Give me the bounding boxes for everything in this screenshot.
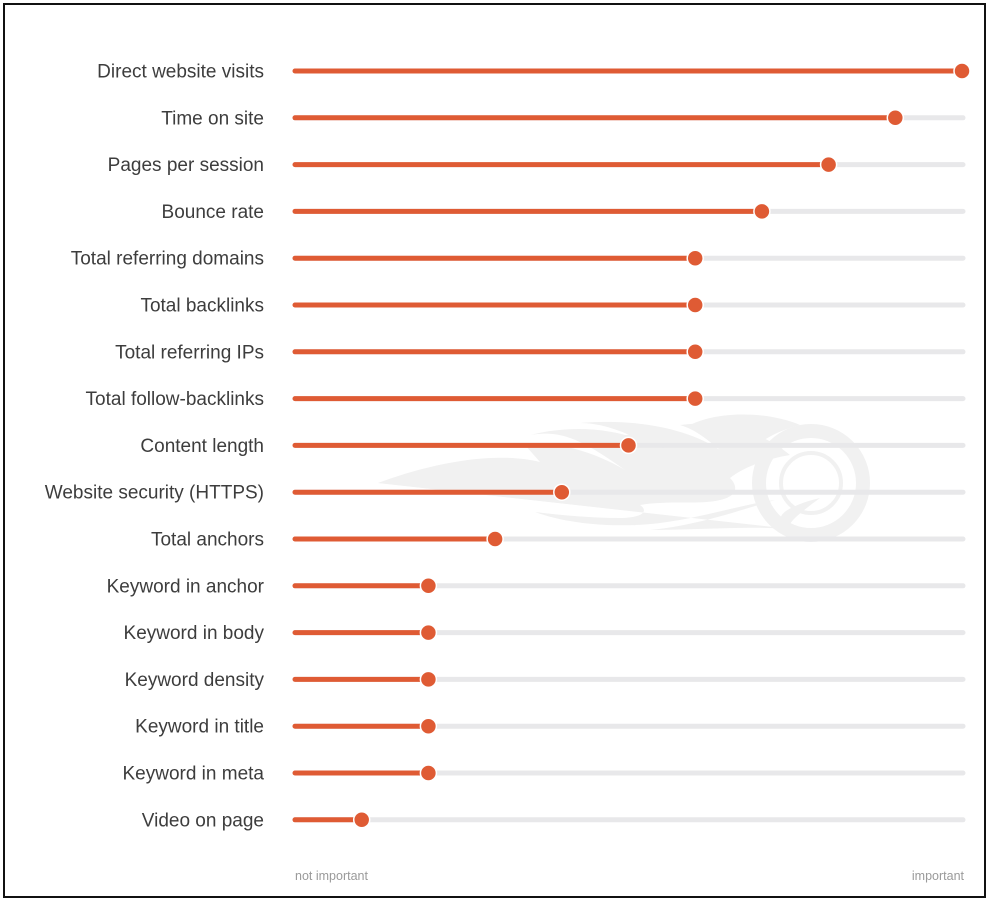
category-label: Website security (HTTPS) <box>45 483 264 504</box>
category-label: Total referring domains <box>71 249 264 270</box>
chart-row: Total follow-backlinks <box>86 389 966 410</box>
value-dot <box>352 811 371 829</box>
importance-chart: Direct website visits Time on site Pages p… <box>45 62 971 883</box>
value-dot <box>686 389 704 408</box>
category-label: Total follow-backlinks <box>86 389 264 410</box>
chart-row: Pages per session <box>108 155 966 176</box>
chart-row: Bounce rate <box>162 202 966 223</box>
category-label: Bounce rate <box>162 202 264 223</box>
chart-row: Keyword in anchor <box>107 576 966 597</box>
axis-label-min: not important <box>295 869 368 883</box>
value-dot <box>419 577 438 595</box>
category-label: Direct website visits <box>97 62 264 83</box>
category-label: Total backlinks <box>140 296 264 317</box>
value-dot <box>819 155 838 174</box>
value-dot <box>686 296 704 314</box>
category-label: Total anchors <box>151 530 264 551</box>
value-dot <box>553 483 571 501</box>
category-label: Keyword density <box>125 670 265 691</box>
chart-row: Keyword in meta <box>122 764 966 785</box>
category-label: Time on site <box>161 108 264 129</box>
axis-label-max: important <box>912 869 965 883</box>
category-label: Keyword in meta <box>122 764 264 785</box>
value-dot <box>419 670 438 689</box>
chart-row: Total referring domains <box>71 249 966 270</box>
category-label: Keyword in anchor <box>107 576 265 597</box>
chart-row: Direct website visits <box>97 62 971 83</box>
value-dot <box>886 109 905 127</box>
chart-row: Keyword in title <box>135 717 966 738</box>
category-label: Video on page <box>142 810 264 831</box>
value-dot <box>686 249 704 267</box>
chart-row: Time on site <box>161 108 966 129</box>
value-dot <box>619 436 638 455</box>
category-label: Keyword in title <box>135 717 264 738</box>
chart-row: Keyword in body <box>124 623 966 644</box>
chart-row: Total backlinks <box>140 296 966 317</box>
value-dot <box>686 343 704 361</box>
value-dot <box>753 202 771 221</box>
category-label: Content length <box>140 436 264 457</box>
category-label: Keyword in body <box>124 623 265 644</box>
chart-row: Video on page <box>142 810 966 831</box>
value-dot <box>486 530 504 548</box>
value-dot <box>419 717 438 735</box>
value-dot <box>419 764 438 782</box>
category-label: Pages per session <box>108 155 264 176</box>
value-dot <box>419 623 438 642</box>
chart-row: Keyword density <box>125 670 966 691</box>
chart-row: Total referring IPs <box>115 342 966 363</box>
value-dot <box>953 62 971 80</box>
category-label: Total referring IPs <box>115 342 264 363</box>
